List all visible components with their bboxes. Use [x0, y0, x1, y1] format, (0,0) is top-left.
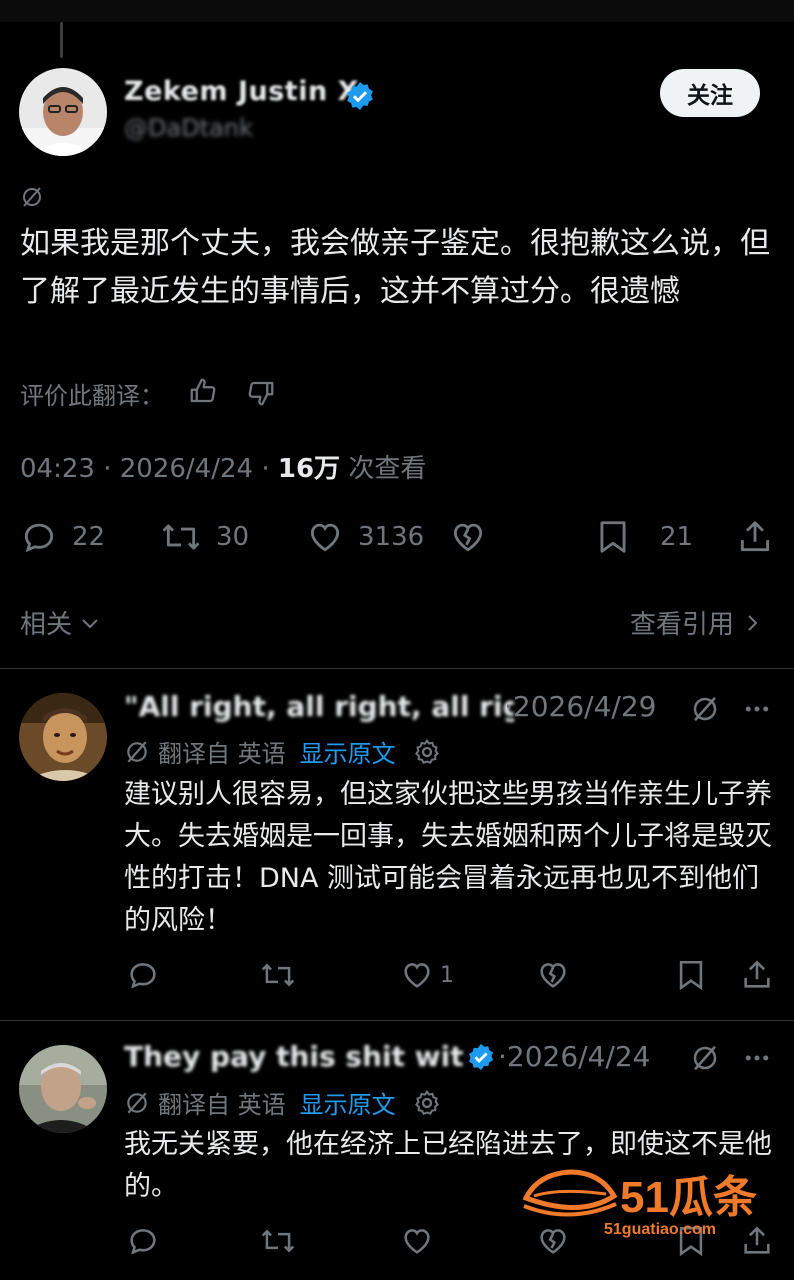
view-count: 16万	[277, 454, 341, 484]
view-quotes-link[interactable]: 查看引用	[630, 604, 764, 641]
retweet-button[interactable]	[260, 1224, 296, 1258]
reply-icon	[24, 523, 54, 553]
like-button[interactable]: 3136	[306, 518, 424, 556]
meta-separator: ·	[103, 454, 120, 484]
retweet-icon	[261, 1229, 295, 1253]
translated-from: 翻译自 英语	[158, 1091, 286, 1119]
reply-date: ·2026/4/24	[498, 1040, 650, 1073]
reply-button[interactable]: 22	[20, 518, 105, 556]
broken-heart-icon[interactable]	[448, 518, 488, 560]
reply-author-name[interactable]: They pay this shit with...	[124, 1040, 464, 1073]
chevron-down-icon	[82, 618, 98, 628]
translated-from: 翻译自 英语	[158, 740, 286, 768]
reply-date-text: 2026/4/24	[506, 1040, 651, 1073]
bookmark-count: 21	[660, 522, 694, 552]
like-count: 3136	[358, 522, 425, 552]
author-handle[interactable]: @DaDtank	[124, 114, 253, 142]
watermark-url: 51guatiao.com	[604, 1221, 716, 1238]
bookmark-button[interactable]: 21	[596, 518, 693, 556]
view-label: 次查看	[348, 454, 427, 484]
translation-info: 翻译自 英语 显示原文	[124, 1085, 442, 1120]
reply-date: ·2026/4/29	[504, 690, 656, 723]
share-icon[interactable]	[740, 958, 774, 996]
follow-button[interactable]: 关注	[660, 69, 760, 117]
watermark-brand: 51瓜条	[620, 1173, 757, 1222]
date-separator: ·	[504, 690, 513, 723]
bookmark-icon	[600, 521, 626, 553]
reply-avatar[interactable]	[19, 1045, 107, 1133]
bookmark-icon[interactable]	[676, 958, 706, 996]
share-icon[interactable]	[736, 518, 774, 560]
divider	[0, 668, 794, 669]
reply-button[interactable]	[126, 958, 160, 992]
reply-author-name[interactable]: "All right, all right, all right"...	[124, 690, 514, 723]
retweet-count: 30	[216, 522, 250, 552]
reply-date-text: 2026/4/29	[512, 690, 657, 723]
heart-icon	[310, 523, 340, 552]
heart-icon	[404, 963, 430, 988]
translate-icon	[690, 694, 720, 728]
translation-info: 翻译自 英语 显示原文	[124, 734, 442, 769]
heart-icon	[404, 1229, 430, 1254]
tweet-meta: 04:23 · 2026/4/24 · 16万 次查看	[20, 448, 426, 485]
retweet-icon	[261, 963, 295, 987]
tweet-date: 2026/4/24	[119, 454, 254, 484]
site-watermark-logo: 51瓜条 51guatiao.com	[520, 1160, 780, 1240]
related-toggle[interactable]: 相关	[20, 604, 102, 641]
tweet-text: 如果我是那个丈夫，我会做亲子鉴定。很抱歉这么说，但了解了最近发生的事情后，这并不…	[20, 226, 770, 309]
reply-avatar[interactable]	[19, 693, 107, 781]
related-label: 相关	[20, 610, 73, 640]
more-options-icon[interactable]	[742, 1043, 772, 1077]
thread-connector	[60, 22, 63, 58]
divider	[0, 1020, 794, 1021]
status-bar	[0, 0, 794, 22]
more-options-icon[interactable]	[742, 694, 772, 728]
reply-icon	[130, 1229, 156, 1255]
chevron-right-icon	[748, 614, 758, 631]
reply-icon	[130, 963, 156, 989]
retweet-button[interactable]	[260, 958, 296, 992]
author-avatar[interactable]	[19, 68, 107, 156]
translate-icon	[127, 741, 147, 762]
thumbs-up-icon[interactable]	[188, 376, 218, 410]
rate-translation-label: 评价此翻译：	[20, 382, 164, 410]
verified-badge-icon	[344, 80, 376, 116]
translate-icon	[690, 1043, 720, 1077]
translate-icon	[127, 1092, 147, 1113]
like-button[interactable]	[400, 1224, 434, 1258]
meta-separator: ·	[261, 454, 278, 484]
like-count: 1	[440, 962, 454, 988]
like-button[interactable]: 1	[400, 958, 454, 992]
reply-count: 22	[72, 522, 106, 552]
verified-badge-icon	[466, 1042, 496, 1076]
translate-icon	[20, 185, 44, 213]
thumbs-down-icon[interactable]	[246, 378, 276, 412]
retweet-button[interactable]: 30	[160, 518, 249, 556]
tweet-time: 04:23	[20, 454, 95, 484]
broken-heart-icon[interactable]	[536, 958, 570, 996]
date-separator: ·	[498, 1040, 507, 1073]
retweet-icon	[162, 524, 200, 550]
show-original-link[interactable]: 显示原文	[300, 734, 396, 769]
author-name[interactable]: Zekem Justin X	[124, 76, 359, 107]
reply-text: 建议别人很容易，但这家伙把这些男孩当作亲生儿子养大。失去婚姻是一回事，失去婚姻和…	[124, 779, 772, 936]
gear-icon	[414, 738, 439, 764]
view-quotes-label: 查看引用	[630, 610, 735, 640]
gear-icon	[414, 1089, 439, 1115]
reply-button[interactable]	[126, 1224, 160, 1258]
show-original-link[interactable]: 显示原文	[300, 1085, 396, 1120]
